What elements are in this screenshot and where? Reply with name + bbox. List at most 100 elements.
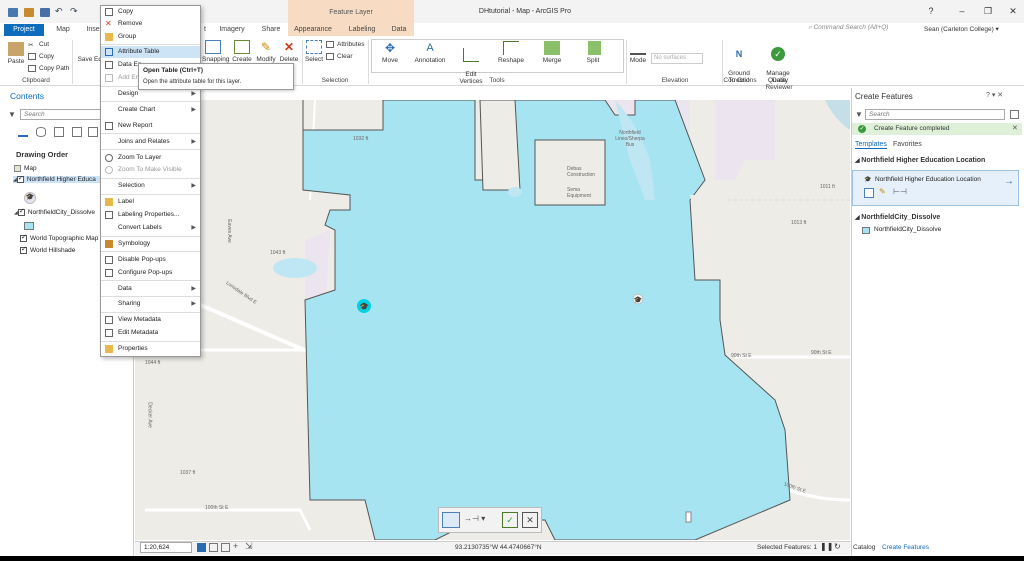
copy-path-button[interactable]: Copy Path — [28, 65, 69, 72]
menu-item-remove[interactable]: ✕ Remove — [101, 18, 200, 30]
menu-item-copy[interactable]: Copy — [101, 6, 200, 18]
pause-icon[interactable]: ❚❚ — [820, 542, 833, 551]
menu-item-sharing[interactable]: Sharing ▶ — [101, 298, 200, 310]
command-search-input[interactable]: ⌕ Command Search (Alt+Q) — [808, 24, 908, 36]
undo-icon[interactable]: ↶ — [55, 6, 63, 17]
layer-world-topographic-map[interactable]: World Topographic Map — [20, 233, 98, 242]
reshape-tool-button[interactable]: Reshape — [496, 41, 526, 64]
tab-project[interactable]: Project — [4, 24, 44, 36]
map-scale-dropdown[interactable]: 1:20,624 — [140, 542, 192, 553]
annotation-tool-button[interactable]: A Annotation — [412, 41, 448, 64]
minimize-icon[interactable]: – — [955, 6, 969, 16]
close-icon[interactable]: ✕ — [1006, 6, 1020, 17]
template-group-northfieldcity[interactable]: ◢ NorthfieldCity_Dissolve — [855, 214, 940, 221]
cut-button[interactable]: ✂ Cut — [28, 41, 49, 49]
modify-button[interactable]: ✎ Modify — [254, 40, 278, 63]
tab-map[interactable]: Map — [52, 24, 74, 36]
snapping-button[interactable]: Snapping — [202, 40, 229, 63]
menu-item-group[interactable]: Group — [101, 31, 200, 43]
line-tool-dropdown[interactable]: →⊣ ▾ — [464, 514, 485, 523]
menu-item-selection[interactable]: Selection ▶ — [101, 180, 200, 192]
clear-selection-button[interactable]: Clear — [326, 53, 353, 60]
active-template-arrow-icon[interactable]: → — [1004, 176, 1014, 187]
list-by-snapping-icon[interactable] — [88, 127, 98, 137]
tab-imagery[interactable]: Imagery — [216, 24, 248, 36]
tab-templates[interactable]: Templates — [855, 141, 887, 149]
layer-visibility-checkbox[interactable] — [20, 245, 27, 254]
layer-visibility-checkbox[interactable] — [17, 207, 25, 216]
tab-appearance[interactable]: Appearance — [291, 24, 335, 36]
manage-templates-icon[interactable] — [1010, 110, 1019, 119]
layer-northfieldcity-dissolve[interactable]: ◢NorthfieldCity_Dissolve — [14, 207, 95, 216]
tab-share[interactable]: Share — [258, 24, 284, 36]
filter-icon[interactable]: ▼ — [8, 110, 16, 119]
redo-icon[interactable]: ↷ — [70, 6, 78, 17]
copy-button[interactable]: Copy — [28, 53, 54, 60]
pan-icon[interactable]: ⇲ — [245, 541, 253, 552]
list-by-source-icon[interactable] — [36, 127, 46, 137]
layer-map[interactable]: Map — [14, 165, 37, 172]
split-tool-button[interactable]: Split — [580, 41, 606, 64]
menu-item-joins-and-relates[interactable]: Joins and Relates ▶ — [101, 136, 200, 148]
maximize-icon[interactable]: ❐ — [981, 6, 995, 17]
menu-item-view-metadata[interactable]: View Metadata — [101, 314, 200, 326]
menu-item-data[interactable]: Data ▶ — [101, 283, 200, 295]
add-icon[interactable]: + — [233, 541, 238, 551]
point-tool-icon[interactable] — [864, 188, 874, 198]
line-tool-icon[interactable]: ⊢⊣ — [893, 187, 907, 196]
menu-item-convert-labels[interactable]: Convert Labels ▶ — [101, 222, 200, 234]
layer-visibility-checkbox[interactable] — [20, 233, 27, 242]
menu-item-disable-popups[interactable]: Disable Pop-ups — [101, 254, 200, 266]
layer-world-hillshade[interactable]: World Hillshade — [20, 245, 75, 254]
new-project-icon[interactable] — [8, 8, 18, 17]
tab-data[interactable]: Data — [388, 24, 410, 36]
merge-tool-button[interactable]: Merge — [538, 41, 566, 64]
layer-visibility-checkbox[interactable] — [16, 176, 24, 183]
template-group-higher-education[interactable]: ◢ Northfield Higher Education Location — [855, 157, 985, 164]
user-account[interactable]: Sean (Carleton College) ▾ — [924, 25, 999, 33]
refresh-icon[interactable]: ↻ — [834, 542, 841, 551]
move-tool-button[interactable]: ✥ Move — [376, 41, 404, 64]
save-edits-button[interactable]: Save — [76, 56, 94, 63]
table-icon[interactable] — [221, 543, 230, 552]
tab-create-features[interactable]: Create Features — [882, 544, 929, 551]
tab-edit[interactable]: t — [201, 24, 209, 36]
elevation-mode-button[interactable]: Mode — [628, 41, 648, 64]
menu-item-create-chart[interactable]: Create Chart ▶ — [101, 104, 200, 116]
menu-item-labeling-properties[interactable]: Labeling Properties... — [101, 209, 200, 221]
select-edit-icon[interactable] — [442, 512, 460, 528]
create-button[interactable]: Create — [232, 40, 252, 63]
list-by-editing-icon[interactable] — [72, 127, 82, 137]
pencil-tool-icon[interactable]: ✎ — [879, 187, 886, 196]
template-northfieldcity-label[interactable]: NorthfieldCity_Dissolve — [874, 226, 941, 233]
create-features-search-input[interactable]: Search — [865, 109, 1005, 120]
open-project-icon[interactable] — [24, 8, 34, 17]
tab-labeling[interactable]: Labeling — [344, 24, 380, 36]
delete-button[interactable]: ✕ Delete — [278, 40, 300, 63]
select-button[interactable]: Select — [304, 40, 324, 63]
help-icon[interactable]: ? — [924, 6, 938, 16]
scale-toggle-icon[interactable] — [197, 543, 206, 552]
finish-sketch-icon[interactable]: ✓ — [502, 512, 518, 528]
grid-icon[interactable] — [209, 543, 218, 552]
menu-item-configure-popups[interactable]: Configure Pop-ups — [101, 267, 200, 279]
list-by-drawing-order-icon[interactable] — [18, 127, 28, 137]
map-view[interactable]: 🎓 🎓 Northfield Lines/Sherpa Bus Sema Equ… — [135, 100, 850, 540]
menu-item-symbology[interactable]: Symbology — [101, 238, 200, 250]
menu-item-label-toggle[interactable]: Label — [101, 196, 200, 208]
layer-northfield-higher-education[interactable]: ◢Northfield Higher Educa — [13, 176, 101, 184]
menu-item-attribute-table[interactable]: Attribute Table — [101, 46, 200, 58]
selected-features-count[interactable]: Selected Features: 1 — [757, 544, 817, 551]
save-project-icon[interactable] — [40, 8, 50, 17]
pane-options-icon[interactable]: ? ▾ ✕ — [986, 91, 1003, 99]
discard-sketch-icon[interactable]: ✕ — [522, 512, 538, 528]
elevation-surface-dropdown[interactable]: No surfaces — [651, 53, 703, 64]
menu-item-properties[interactable]: Properties — [101, 343, 200, 355]
dismiss-status-icon[interactable]: ✕ — [1012, 124, 1018, 132]
list-by-selection-icon[interactable] — [54, 127, 64, 137]
tab-catalog[interactable]: Catalog — [853, 544, 875, 551]
tab-favorites[interactable]: Favorites — [893, 141, 922, 148]
filter-icon[interactable]: ▼ — [855, 110, 863, 119]
menu-item-zoom-to-layer[interactable]: Zoom To Layer — [101, 152, 200, 164]
attributes-button[interactable]: Attributes — [326, 41, 364, 48]
